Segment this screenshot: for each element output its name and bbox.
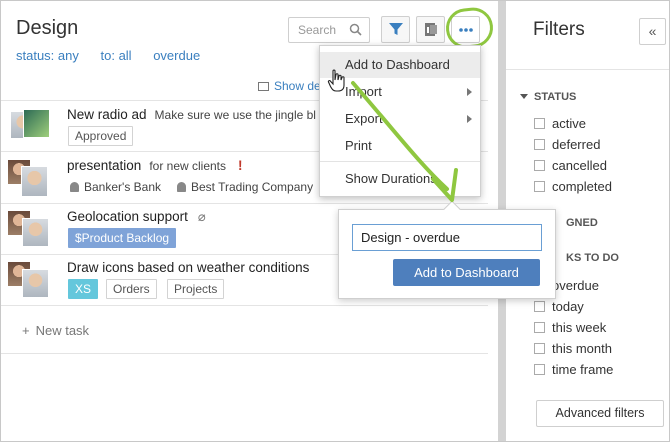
filters-title: Filters [533,19,585,40]
divider [506,69,669,70]
search-placeholder: Search [298,23,337,37]
tag-size[interactable]: XS [68,279,99,299]
task-description: Make sure we use the jingle bl [154,108,316,122]
todo-time-frame-checkbox[interactable]: time frame [534,362,613,377]
checkbox[interactable] [534,322,545,333]
todo-today-checkbox[interactable]: today [534,299,584,314]
assigned-section-header[interactable]: GNED [566,217,598,229]
person-icon [70,182,79,192]
menu-item-export[interactable]: Export [320,106,480,132]
filter-to-link[interactable]: to: all [101,48,132,63]
checkbox[interactable] [534,139,545,150]
search-input[interactable]: Search [288,17,370,43]
filter-overdue-link[interactable]: overdue [153,48,200,63]
todo-this-month-checkbox[interactable]: this month [534,341,612,356]
more-actions-menu: Add to Dashboard Import Export Print Sho… [319,45,481,197]
active-filter-summary: status: any to: all overdue [16,48,218,63]
dashboard-name-input[interactable] [352,224,542,251]
checkbox[interactable] [534,118,545,129]
search-icon [349,23,362,36]
client-banker[interactable]: Banker's Bank [70,180,161,194]
important-icon: ! [238,158,243,173]
task-title: New radio ad Make sure we use the jingle … [67,107,316,122]
plus-icon: + [22,323,30,338]
tasks-to-do-section-header[interactable]: KS TO DO [566,252,619,264]
attachment-icon: ⌀ [197,209,206,224]
checkbox[interactable] [534,301,545,312]
client-best-trading[interactable]: Best Trading Company [177,180,313,194]
add-to-dashboard-button[interactable]: Add to Dashboard [393,259,540,286]
avatar [21,166,48,197]
checkbox[interactable] [534,343,545,354]
checkbox[interactable] [534,160,545,171]
highlight-ring [444,5,495,51]
new-task-label: New task [35,323,90,338]
advanced-filters-button[interactable]: Advanced filters [536,400,664,427]
divider [1,353,488,354]
add-to-dashboard-popup: Add to Dashboard [338,200,556,299]
show-details-link[interactable]: Show de [258,79,321,93]
person-icon [177,182,186,192]
details-icon [258,82,269,91]
status-completed-checkbox[interactable]: completed [534,179,612,194]
tag-projects[interactable]: Projects [167,279,225,299]
task-description: for new clients [149,159,227,173]
submenu-arrow-icon [467,88,472,96]
avatar [22,269,49,298]
funnel-icon [389,23,403,35]
filter-button[interactable] [381,16,410,43]
divider [1,305,488,306]
chevron-down-icon [520,94,528,99]
status-section-header[interactable]: STATUS [520,91,576,103]
menu-item-show-durations[interactable]: Show Durations [320,166,480,192]
todo-this-week-checkbox[interactable]: this week [534,320,606,335]
task-title: Geolocation support ⌀ [67,209,206,224]
task-title: presentation for new clients! [67,158,243,173]
submenu-arrow-icon [467,115,472,123]
show-details-label: Show de [274,79,321,93]
task-title: Draw icons based on weather conditions [67,260,310,275]
reports-button[interactable] [416,16,445,43]
checkbox[interactable] [534,181,545,192]
app-window: Design status: any to: all overdue Searc… [0,0,670,442]
tag-approved[interactable]: Approved [68,126,134,146]
status-deferred-checkbox[interactable]: deferred [534,137,600,152]
tag-product-backlog[interactable]: $Product Backlog [68,228,177,248]
document-icon [425,23,437,36]
filter-status-link[interactable]: status: any [16,48,79,63]
new-task-button[interactable]: + New task [22,323,89,338]
avatar [23,109,50,138]
menu-divider [320,161,480,162]
hand-cursor-icon [327,69,345,92]
status-active-checkbox[interactable]: active [534,116,586,131]
status-cancelled-checkbox[interactable]: cancelled [534,158,607,173]
collapse-panel-button[interactable]: « [639,18,666,45]
menu-item-print[interactable]: Print [320,133,480,159]
avatar [22,218,49,247]
page-title: Design [16,17,79,39]
checkbox[interactable] [534,364,545,375]
tag-orders[interactable]: Orders [106,279,157,299]
